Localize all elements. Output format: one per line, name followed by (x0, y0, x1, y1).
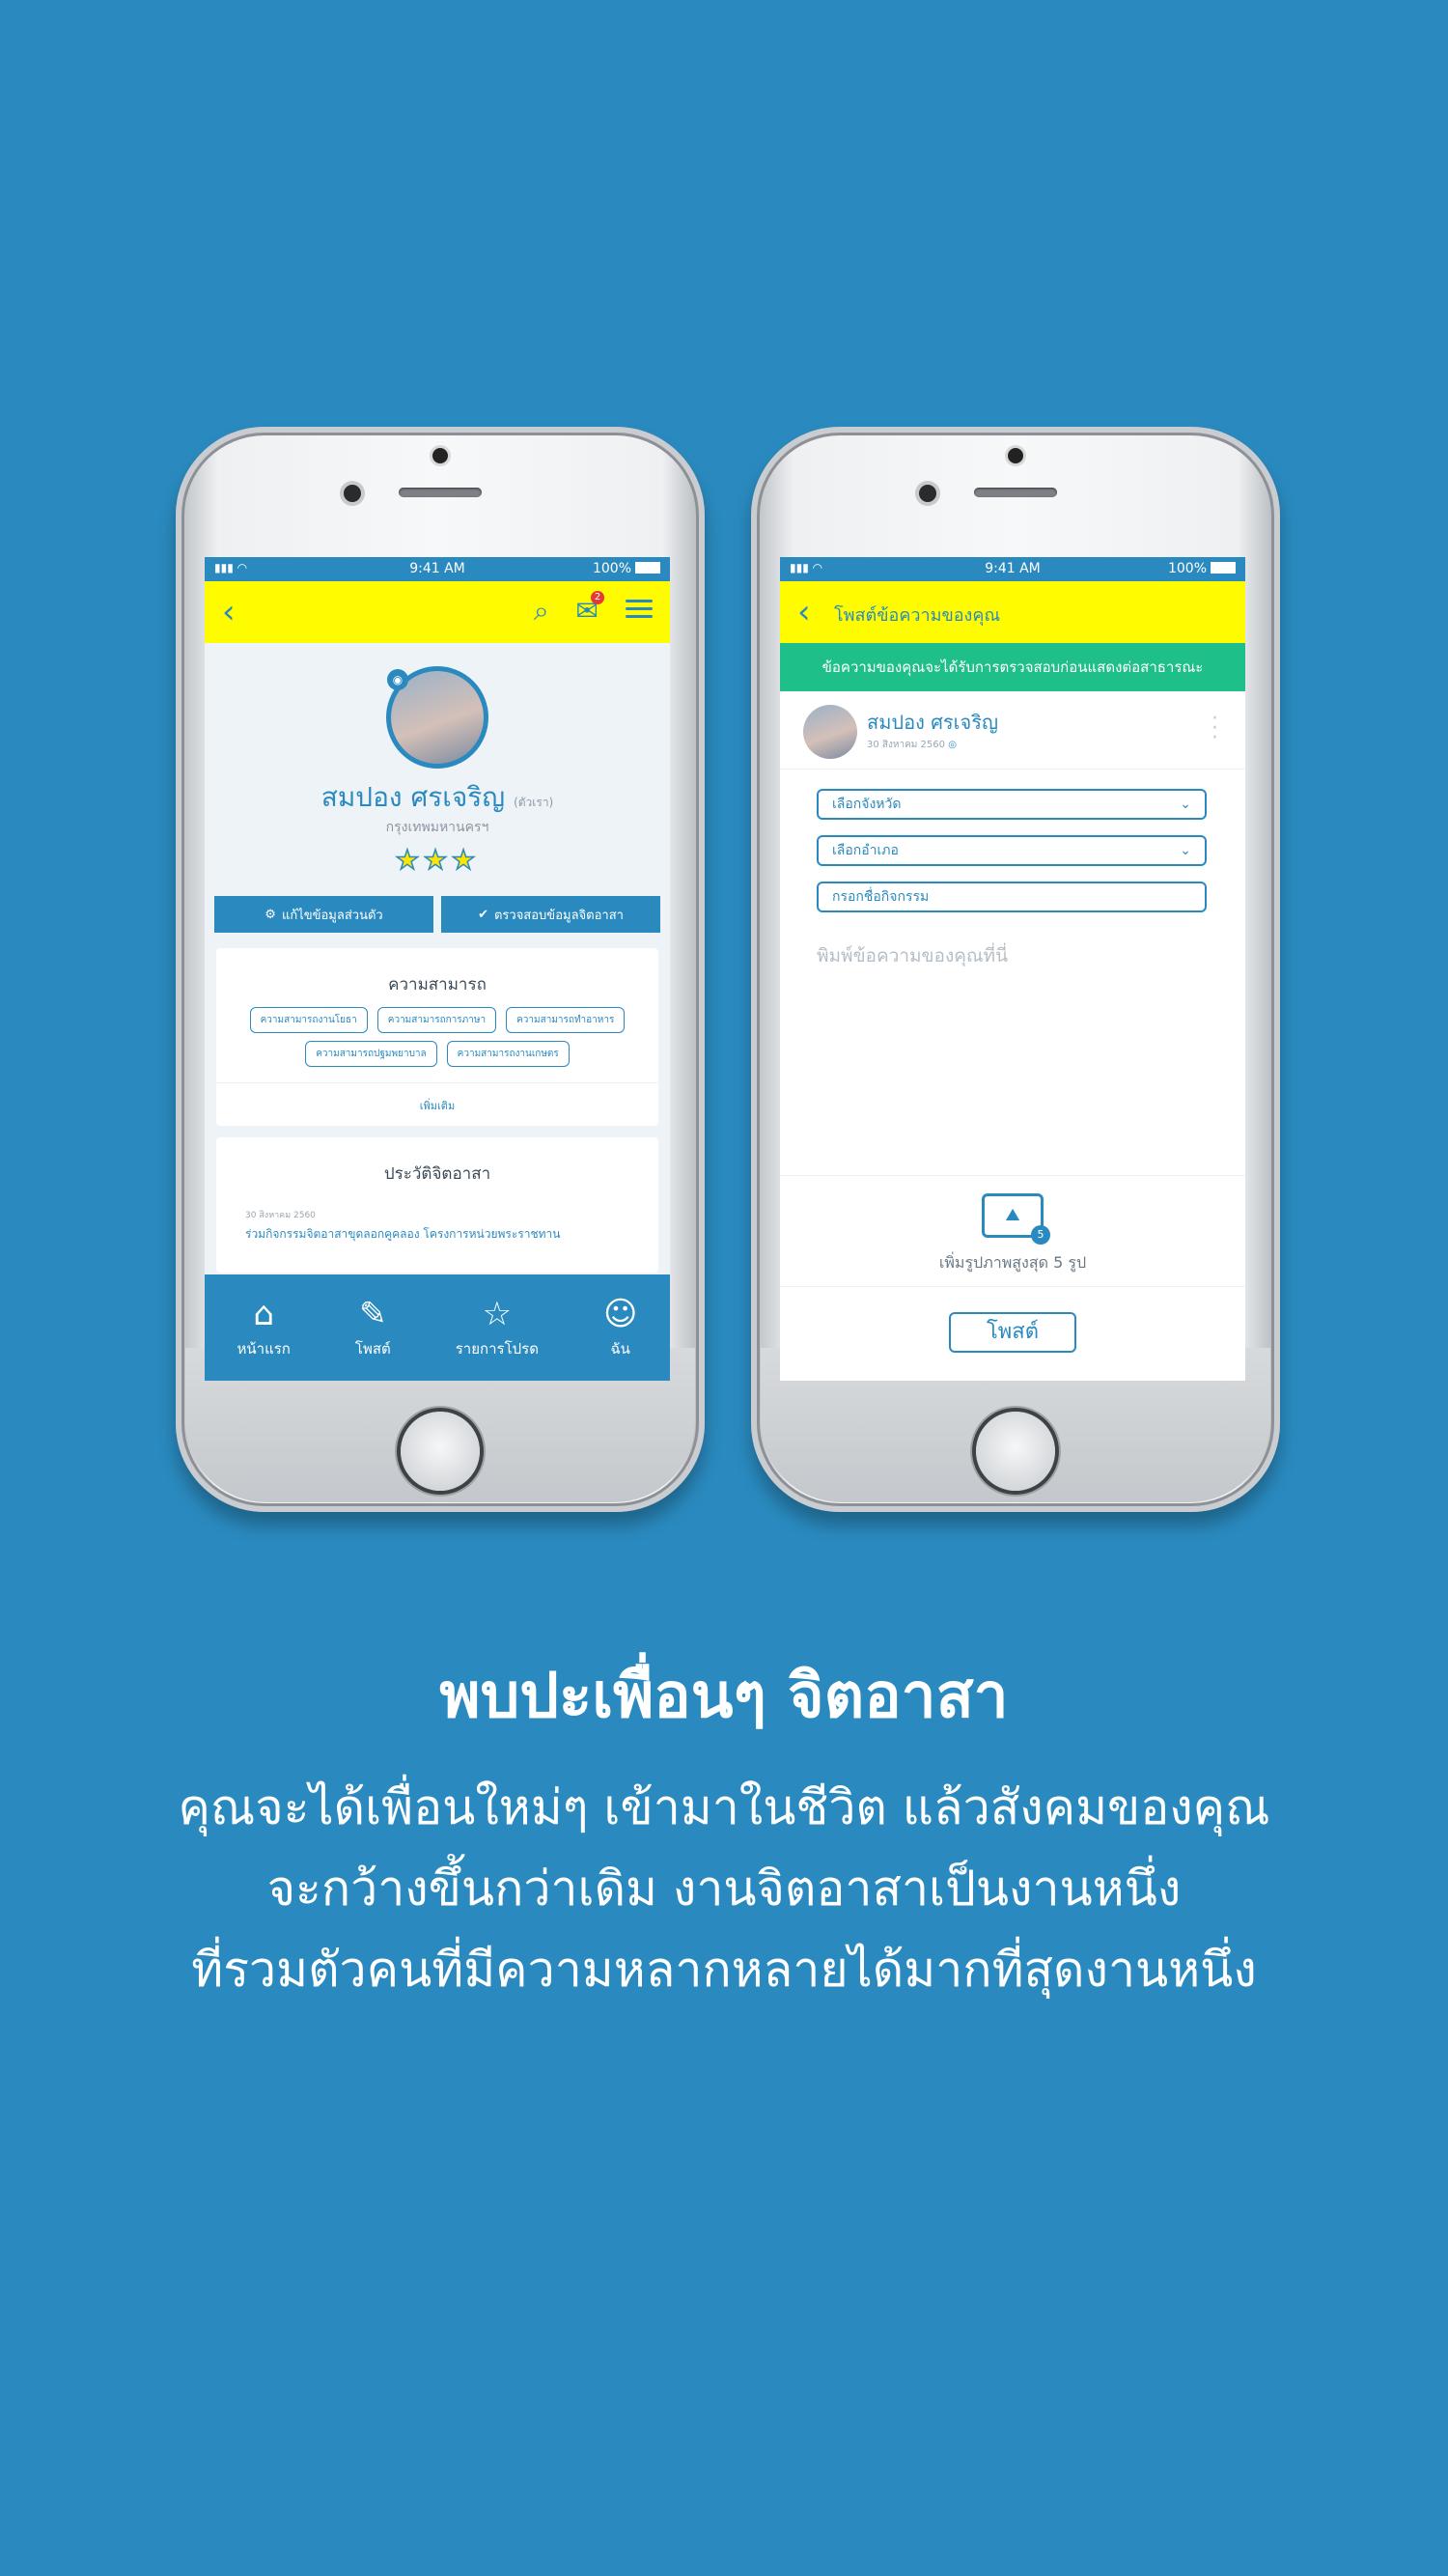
battery-percent: 100% (592, 561, 631, 576)
post-date-text: 30 สิงหาคม 2560 (867, 740, 946, 750)
post-screen: ▮▮▮ ◠ 9:41 AM 100% ‹ โพสต์ข้อความของคุณ … (780, 557, 1245, 1381)
back-icon[interactable]: ‹ (797, 593, 811, 631)
home-icon: ⌂ (253, 1295, 274, 1333)
self-tag: (ตัวเรา) (514, 796, 554, 809)
add-photo-button[interactable]: ⛰ 5 เพิ่มรูปภาพสูงสุด 5 รูป (780, 1175, 1245, 1287)
skills-card: ความสามารถ ความสามารถงานโยธา ความสามารถก… (216, 948, 658, 1126)
back-icon[interactable]: ‹ (222, 593, 236, 631)
battery-indicator: 100% (593, 561, 660, 576)
tab-me-label: ฉัน (610, 1340, 630, 1358)
rating-stars: ★★★ (395, 843, 480, 877)
user-icon: ☺ (602, 1295, 638, 1333)
activity-input[interactable]: กรอกชื่อกิจกรรม (817, 882, 1207, 912)
province-value: เลือกจังหวัด (832, 797, 902, 812)
front-camera (919, 485, 936, 502)
photo-count-badge: 5 (1031, 1225, 1050, 1245)
skill-tag[interactable]: ความสามารถงานเกษตร (446, 1041, 570, 1067)
page-title: โพสต์ข้อความของคุณ (834, 605, 1001, 626)
skill-tag[interactable]: ความสามารถปฐมพยาบาล (305, 1041, 437, 1067)
status-bar: ▮▮▮ ◠ 9:41 AM 100% (780, 557, 1245, 581)
globe-icon: ◎ (948, 740, 957, 750)
avatar[interactable] (803, 705, 857, 759)
edit-icon: ✎ (359, 1295, 387, 1333)
skill-tag[interactable]: ความสามารถการภาษา (376, 1007, 497, 1033)
more-options-icon[interactable]: · · · (1211, 709, 1218, 749)
earpiece-speaker (974, 488, 1057, 497)
verify-volunteer-button[interactable]: ✔ ตรวจสอบข้อมูลจิตอาสา (441, 896, 660, 933)
chevron-down-icon: ⌄ (1180, 797, 1191, 812)
author-name: สมปอง ศรเจริญ (867, 711, 998, 734)
top-bar: ‹ โพสต์ข้อความของคุณ (780, 581, 1245, 643)
province-select[interactable]: เลือกจังหวัด ⌄ (817, 789, 1207, 820)
top-bar: ‹ ⌕ ✉ 2 (205, 581, 670, 643)
check-icon: ✔ (478, 907, 488, 922)
post-button[interactable]: โพสต์ (949, 1312, 1076, 1353)
tab-favorites-label: รายการโปรด (455, 1340, 539, 1358)
chevron-down-icon: ⌄ (1180, 843, 1191, 858)
skills-title: ความสามารถ (388, 975, 487, 994)
add-photo-label: เพิ่มรูปภาพสูงสุด 5 รูป (938, 1253, 1087, 1272)
camera-icon[interactable]: ◉ (387, 669, 408, 690)
description-line: จะกว้างขึ้นกว่าเดิม งานจิตอาสาเป็นงานหนึ… (266, 1861, 1182, 1917)
photo-icon: ⛰ 5 (982, 1193, 1050, 1245)
status-bar: ▮▮▮ ◠ 9:41 AM 100% (205, 557, 670, 581)
more-link[interactable]: เพิ่มเติม (216, 1082, 658, 1114)
description: คุณจะได้เพื่อนใหม่ๆ เข้ามาในชีวิต แล้วสั… (0, 1767, 1448, 2010)
tab-post-label: โพสต์ (354, 1340, 391, 1358)
proximity-sensor (1008, 448, 1023, 463)
history-card: ประวัติจิตอาสา 30 สิงหาคม 2560 ร่วมกิจกร… (216, 1137, 658, 1273)
skills-list: ความสามารถงานโยธา ความสามารถการภาษา ความ… (216, 997, 658, 1067)
district-value: เลือกอำเภอ (832, 843, 899, 858)
tab-me[interactable]: ☺ ฉัน (603, 1295, 637, 1360)
battery-icon (1211, 562, 1236, 574)
tab-home[interactable]: ⌂ หน้าแรก (237, 1295, 291, 1360)
skill-tag[interactable]: ความสามารถทำอาหาร (506, 1007, 626, 1033)
profile-screen: ▮▮▮ ◠ 9:41 AM 100% ‹ ⌕ ✉ 2 ◉ สมปอง ศรเจริ… (205, 557, 670, 1381)
star-icon: ☆ (482, 1295, 513, 1333)
search-icon[interactable]: ⌕ (534, 595, 549, 628)
notification-icon[interactable]: ✉ 2 (576, 591, 604, 628)
front-camera (344, 485, 361, 502)
home-button[interactable] (976, 1412, 1055, 1491)
avatar[interactable]: ◉ (386, 666, 488, 769)
phone-post: ▮▮▮ ◠ 9:41 AM 100% ‹ โพสต์ข้อความของคุณ … (751, 427, 1280, 1512)
edit-profile-label: แก้ไขข้อมูลส่วนตัว (281, 908, 383, 923)
tab-post[interactable]: ✎ โพสต์ (355, 1295, 391, 1360)
profile-actions: ⚙ แก้ไขข้อมูลส่วนตัว ✔ ตรวจสอบข้อมูลจิตอาส… (214, 896, 660, 933)
edit-profile-button[interactable]: ⚙ แก้ไขข้อมูลส่วนตัว (214, 896, 433, 933)
tab-home-label: หน้าแรก (237, 1340, 291, 1358)
home-button[interactable] (401, 1412, 480, 1491)
bottom-tab-bar: ⌂ หน้าแรก ✎ โพสต์ ☆ รายการโปรด ☺ ฉัน (205, 1274, 670, 1381)
battery-indicator: 100% (1168, 561, 1236, 576)
history-entry[interactable]: ร่วมกิจกรรมจิตอาสาขุดลอกคูคลอง โครงการหน… (216, 1221, 658, 1244)
notification-badge: 2 (591, 591, 604, 604)
menu-icon[interactable] (626, 595, 653, 628)
message-input[interactable]: พิมพ์ข้อความของคุณที่นี่ (817, 941, 1008, 970)
verify-volunteer-label: ตรวจสอบข้อมูลจิตอาสา (493, 908, 624, 923)
proximity-sensor (432, 448, 448, 463)
history-date: 30 สิงหาคม 2560 (245, 1211, 316, 1220)
profile-city: กรุงเทพมหานครฯ (385, 820, 489, 835)
district-select[interactable]: เลือกอำเภอ ⌄ (817, 835, 1207, 866)
tab-favorites[interactable]: ☆ รายการโปรด (456, 1295, 539, 1360)
description-line: คุณจะได้เพื่อนใหม่ๆ เข้ามาในชีวิต แล้วสั… (178, 1779, 1270, 1835)
profile-content: ◉ สมปอง ศรเจริญ (ตัวเรา) กรุงเทพมหานครฯ … (205, 643, 670, 1381)
battery-icon (635, 562, 660, 574)
post-date: 30 สิงหาคม 2560 ◎ (867, 738, 957, 752)
history-title: ประวัติจิตอาสา (383, 1164, 491, 1184)
description-line: ที่รวมตัวคนที่มีความหลากหลายได้มากที่สุด… (191, 1942, 1257, 1998)
skill-tag[interactable]: ความสามารถงานโยธา (249, 1007, 368, 1033)
earpiece-speaker (399, 488, 482, 497)
moderation-notice: ข้อความของคุณจะได้รับการตรวจสอบก่อนแสดงต… (780, 643, 1245, 691)
top-actions: ⌕ ✉ 2 (534, 591, 653, 628)
battery-percent: 100% (1167, 561, 1207, 576)
activity-placeholder: กรอกชื่อกิจกรรม (832, 889, 930, 905)
author-row: สมปอง ศรเจริญ 30 สิงหาคม 2560 ◎ · · · (780, 691, 1245, 770)
profile-name: สมปอง ศรเจริญ (ตัวเรา) (205, 776, 670, 819)
profile-name-text: สมปอง ศรเจริญ (320, 781, 506, 813)
gear-icon: ⚙ (265, 907, 276, 922)
headline: พบปะเพื่อนๆ จิตอาสา (439, 1661, 1009, 1732)
phone-profile: ▮▮▮ ◠ 9:41 AM 100% ‹ ⌕ ✉ 2 ◉ สมปอง ศรเจริ… (176, 427, 705, 1512)
